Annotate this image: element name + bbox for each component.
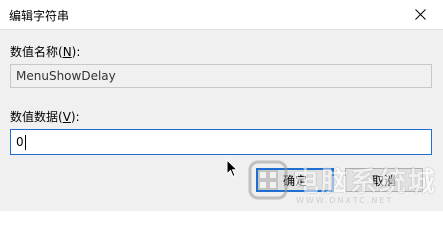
window-title: 编辑字符串	[9, 9, 70, 23]
value-name-label: 数值名称(N):	[10, 43, 80, 60]
value-name-field[interactable]: MenuShowDelay	[10, 64, 432, 88]
text-caret	[24, 134, 26, 150]
site-watermark: 电脑系统城 WWW.DNXTC.NET	[248, 158, 443, 211]
value-data-text: 0	[16, 135, 24, 149]
value-data-label-text: 数值数据(	[10, 110, 63, 124]
value-data-label-suffix: ):	[70, 110, 80, 124]
close-icon	[414, 9, 426, 20]
value-name-label-text: 数值名称(	[10, 45, 63, 59]
title-bar[interactable]: 编辑字符串	[0, 0, 443, 30]
watermark-url: WWW.DNXTC.NET	[296, 196, 394, 205]
value-data-accesskey: V	[62, 110, 71, 124]
value-name-text: MenuShowDelay	[16, 69, 116, 83]
watermark-text: 电脑系统城	[292, 167, 437, 198]
value-data-input[interactable]: 0	[10, 129, 432, 155]
value-name-label-suffix: ):	[71, 45, 81, 59]
value-name-accesskey: N	[62, 45, 72, 59]
close-button[interactable]	[397, 0, 443, 29]
watermark-logo-icon	[248, 160, 288, 200]
mouse-pointer-icon	[226, 159, 238, 178]
edit-string-dialog: 编辑字符串 数值名称(N): MenuShowDelay 数值数据(V): 0 …	[0, 0, 443, 211]
value-data-label: 数值数据(V):	[10, 108, 80, 125]
